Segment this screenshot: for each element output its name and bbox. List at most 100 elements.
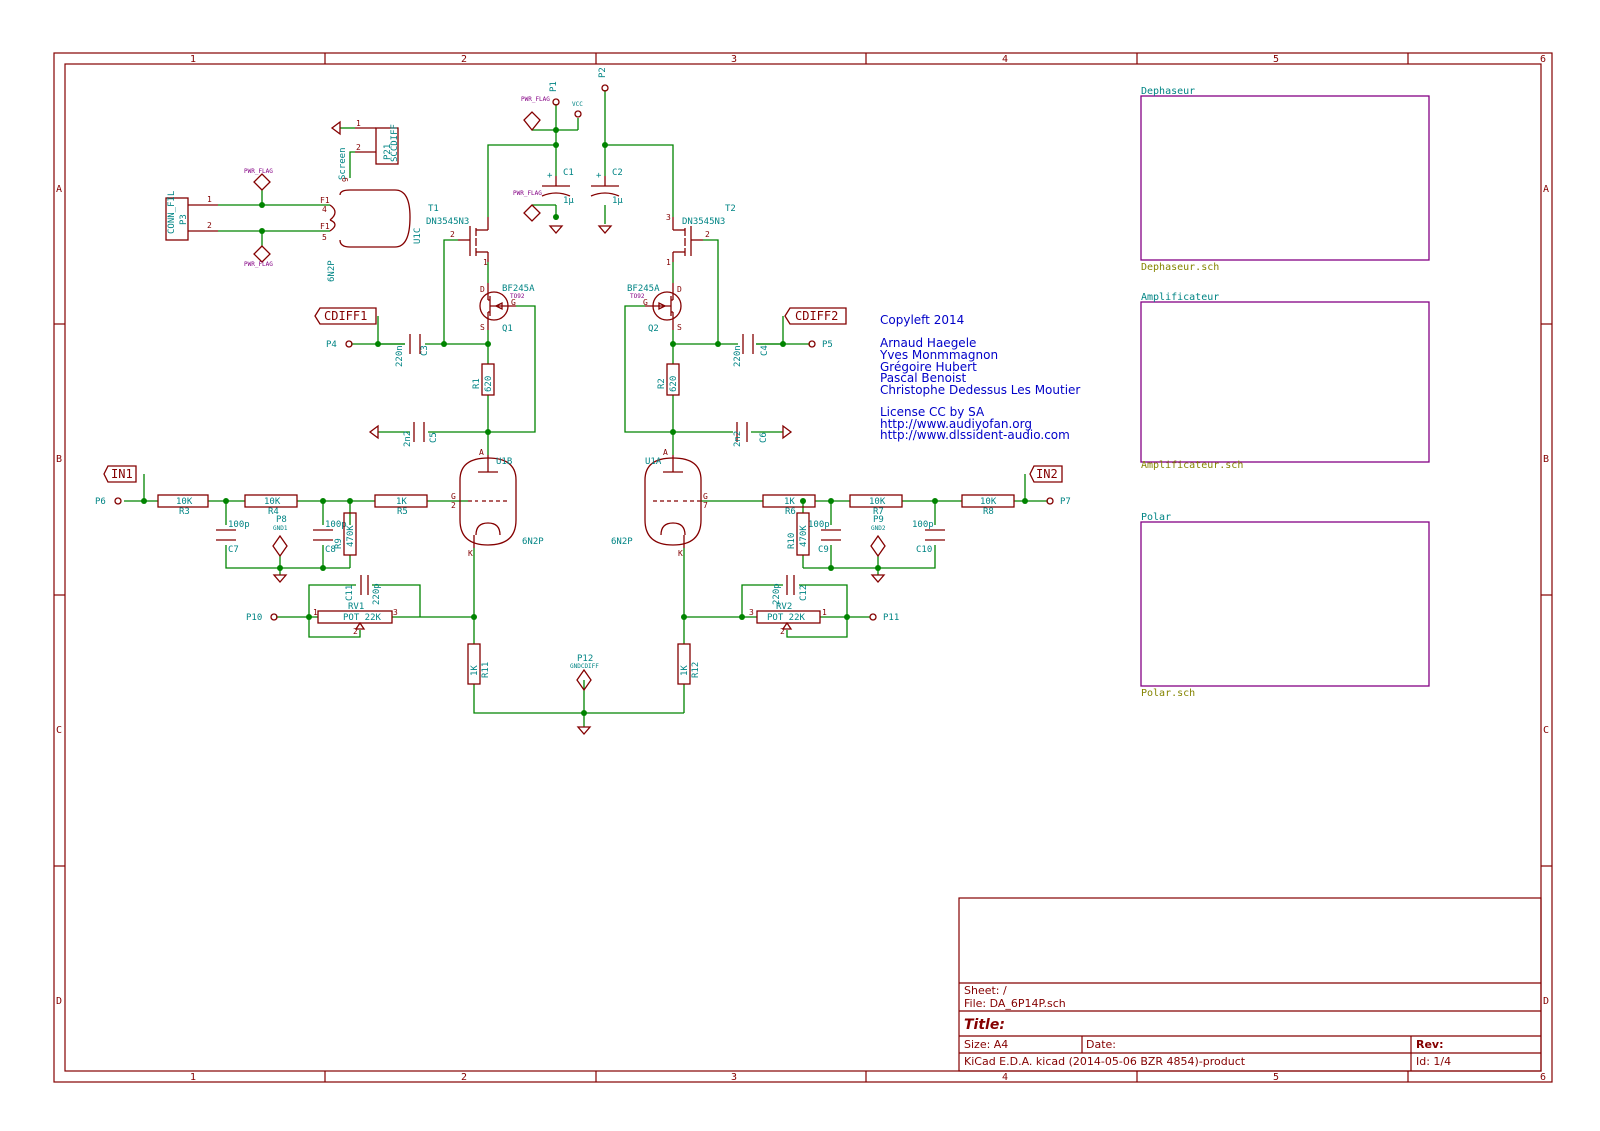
p2-connector[interactable]: P2	[598, 67, 609, 92]
sheet-amplificateur-name: Amplificateur	[1141, 292, 1219, 303]
p12-value: GNDCDIFF	[570, 663, 599, 670]
r1-value: 620	[484, 376, 494, 392]
note-url-2: http://www.dlssident-audio.com	[880, 428, 1070, 442]
u1c-f-label-1: F1	[320, 196, 330, 205]
p9-testpoint[interactable]: P9 GND2	[870, 515, 886, 558]
c3-value: 220n	[395, 345, 405, 367]
resistor-r4: 10K R4	[244, 494, 298, 517]
p11-label: P11	[883, 613, 899, 623]
c9-ref: C9	[818, 545, 829, 555]
p10-connector[interactable]: P10	[246, 613, 278, 623]
c1-plus: +	[547, 171, 553, 181]
col-2: 2	[461, 54, 467, 65]
resistor-r2: R2 620	[657, 363, 680, 396]
resistor-r3: 10K R3	[157, 494, 209, 517]
p1-connector[interactable]: P1	[549, 81, 560, 106]
sheet-dephaseur-file: Dephaseur.sch	[1141, 262, 1219, 273]
p21-pin2: 2	[356, 143, 361, 152]
t2-ref: T2	[725, 204, 736, 214]
r9-value: 470K	[346, 525, 356, 547]
gnd-c1	[548, 225, 564, 234]
rv1-pin3: 3	[393, 608, 398, 617]
tb-file: File: DA_6P14P.sch	[964, 997, 1066, 1010]
r12-ref: R12	[691, 662, 701, 678]
in1-text: IN1	[111, 467, 133, 481]
c12-ref: C12	[799, 585, 809, 601]
u1a-a: A	[663, 448, 668, 457]
t1-value: DN3545N3	[426, 217, 469, 227]
vcc-symbol: VCC	[572, 101, 583, 118]
p8-testpoint[interactable]: P8 GND1	[272, 515, 288, 558]
q2-ref: Q2	[648, 324, 659, 334]
c5-ref: C5	[429, 432, 439, 443]
p2-label: P2	[598, 67, 608, 78]
capacitor-c9: 100p C9	[808, 520, 841, 555]
c11-value: 220p	[372, 583, 382, 605]
p3-ref: P3	[179, 214, 189, 225]
r11-ref: R11	[481, 662, 491, 678]
pwr-flag-fil-bottom: PWR_FLAG	[244, 245, 273, 268]
pwr-flag-fil-top: PWR_FLAG	[244, 168, 273, 191]
u1a-ref: U1A	[645, 457, 662, 467]
capacitor-c4: C4 220n	[733, 334, 770, 367]
r9-ref: R9	[334, 538, 344, 549]
potentiometer-rv2[interactable]: POT 22K RV2 3 1 2	[749, 602, 827, 636]
c4-ref: C4	[760, 345, 770, 356]
r6-ref: R6	[785, 507, 796, 517]
sheet-dephaseur[interactable]: Dephaseur Dephaseur.sch	[1140, 86, 1430, 273]
t1-pin2: 2	[450, 230, 455, 239]
r3-value: 10K	[176, 497, 193, 507]
in2-text: IN2	[1036, 467, 1058, 481]
col-3-bottom: 3	[731, 1072, 737, 1083]
c2-ref: C2	[612, 168, 623, 178]
r5-value: 1K	[396, 497, 407, 507]
r10-value: 470K	[799, 525, 809, 547]
vcc-label: VCC	[572, 101, 583, 108]
capacitor-c7: 100p C7	[216, 520, 250, 555]
sheet-polar[interactable]: Polar Polar.sch	[1140, 512, 1430, 699]
u1c-pin5: 5	[322, 233, 327, 242]
capacitor-c11: C11 220p	[345, 575, 382, 605]
p3-connector[interactable]: P3 CONN_FIL 1 2	[165, 191, 218, 241]
potentiometer-rv1[interactable]: POT 22K RV1 1 3 2	[313, 602, 398, 636]
gnd-c2	[597, 225, 613, 234]
c10-value: 100p	[912, 520, 934, 530]
sheet-dephaseur-name: Dephaseur	[1141, 86, 1195, 97]
label-cdiff1: CDIFF1	[314, 307, 377, 325]
pwr-flag-fil-bottom-label: PWR_FLAG	[244, 261, 273, 268]
r12-value: 1K	[680, 665, 690, 676]
p6-connector[interactable]: P6	[95, 497, 122, 507]
rv2-value: POT 22K	[767, 613, 806, 623]
gnd-c6	[782, 424, 793, 440]
p21-pin1: 1	[356, 119, 361, 128]
sheet-amplificateur[interactable]: Amplificateur Amplificateur.sch	[1140, 292, 1430, 471]
tb-rev: Rev:	[1416, 1038, 1444, 1051]
c11-ref: C11	[345, 585, 355, 601]
capacitor-c10: 100p C10	[912, 520, 945, 555]
p9-ref: P9	[873, 515, 884, 525]
p4-label: P4	[326, 340, 337, 350]
col-6: 6	[1540, 54, 1546, 65]
c2-plus: +	[596, 171, 602, 181]
p7-connector[interactable]: P7	[1046, 497, 1071, 507]
p4-connector[interactable]: P4	[326, 340, 353, 350]
tb-sheet: Sheet: /	[964, 984, 1007, 997]
resistor-r1: R1 620	[472, 363, 495, 396]
col-2-bottom: 2	[461, 1072, 467, 1083]
resistor-r11: 1K R11	[467, 643, 491, 685]
p5-connector[interactable]: P5	[808, 340, 833, 350]
q1-ref: Q1	[502, 324, 513, 334]
mosfet-t2: T2 DN3545N3 2 1 3	[666, 204, 736, 267]
label-in1: IN1	[103, 465, 137, 483]
p11-connector[interactable]: P11	[869, 613, 899, 623]
p21-connector[interactable]: P21 SCCDIFF 1 2	[355, 119, 400, 165]
r8-ref: R8	[983, 507, 994, 517]
jfet-q1: BF245A TO92 Q1 D S G	[479, 283, 535, 334]
tb-title: Title:	[964, 1017, 1005, 1033]
u1b-a: A	[479, 448, 484, 457]
c5-value: 2n2	[403, 431, 413, 447]
c6-ref: C6	[759, 432, 769, 443]
c10-ref: C10	[916, 545, 932, 555]
p8-ref: P8	[276, 515, 287, 525]
sheet-polar-file: Polar.sch	[1141, 688, 1195, 699]
